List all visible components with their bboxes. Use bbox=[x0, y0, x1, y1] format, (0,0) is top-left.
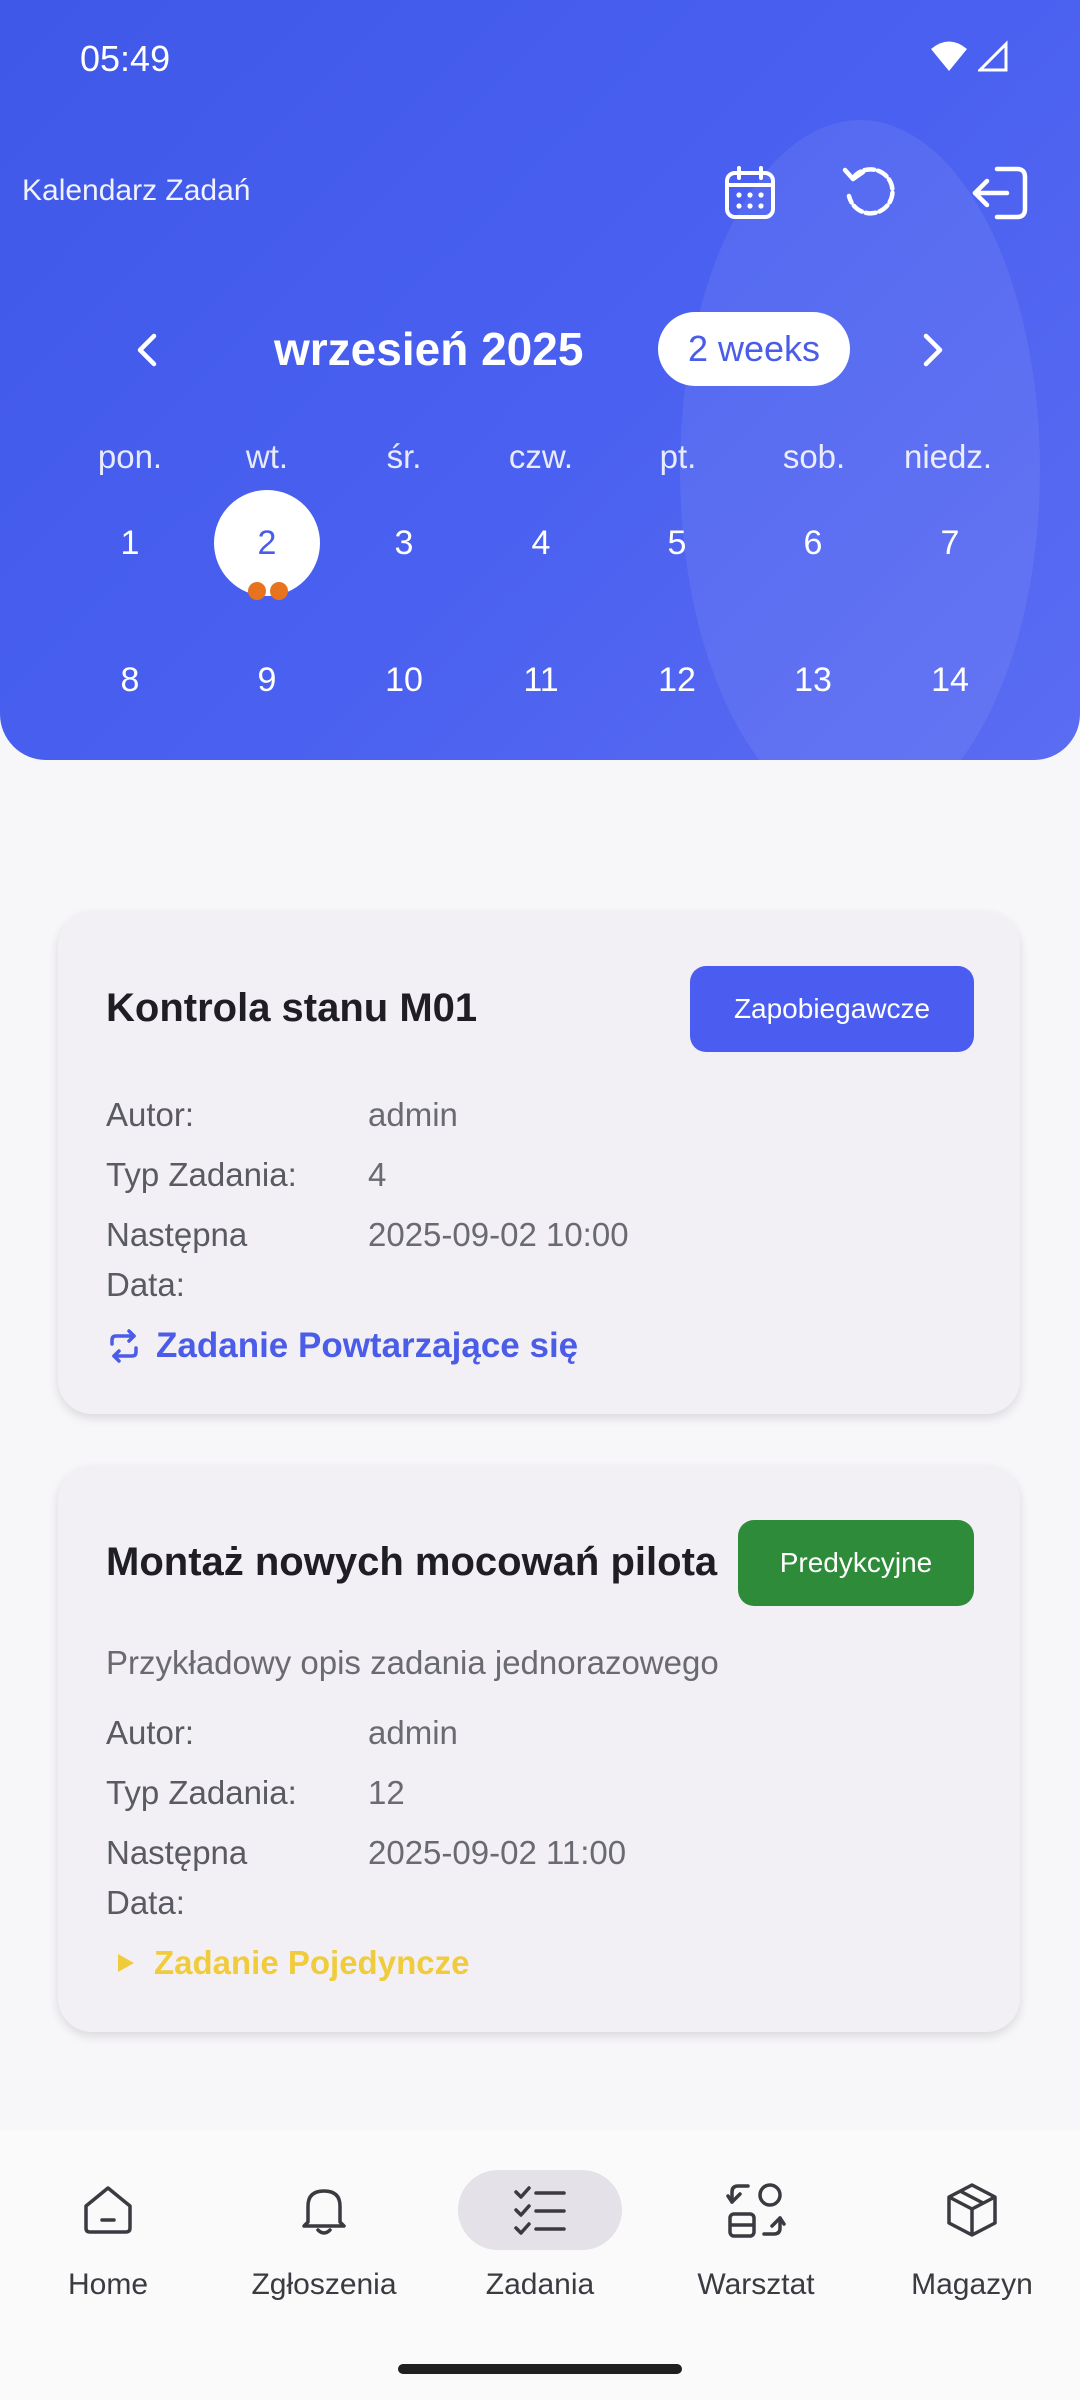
home-icon bbox=[84, 2186, 132, 2234]
task-type-value: 12 bbox=[368, 1774, 405, 1811]
nav-icon-container bbox=[674, 2170, 838, 2250]
wifi-icon bbox=[931, 41, 967, 71]
logout-icon bbox=[972, 166, 1028, 220]
calendar-day[interactable]: 1 bbox=[77, 490, 183, 596]
next-date-label-line2: Data: bbox=[106, 1884, 185, 1921]
calendar-format-button[interactable]: 2 weeks bbox=[658, 312, 850, 386]
calendar-day[interactable]: 7 bbox=[897, 490, 1003, 596]
event-marker-dot bbox=[270, 582, 288, 600]
nav-label: Magazyn bbox=[911, 2268, 1033, 2301]
author-label: Autor: bbox=[106, 1714, 195, 1751]
next-date-value: 2025-09-02 10:00 bbox=[368, 1216, 629, 1253]
task-type-value: 4 bbox=[368, 1156, 387, 1193]
chevron-right-icon bbox=[923, 333, 943, 367]
task-card[interactable]: Montaż nowych mocowań pilota Predykcyjne… bbox=[58, 1466, 1020, 2032]
nav-label: Zgłoszenia bbox=[251, 2268, 397, 2301]
weekday-label: niedz. bbox=[903, 438, 993, 475]
calendar-day[interactable]: 13 bbox=[760, 627, 866, 733]
play-icon bbox=[118, 1954, 134, 1972]
chevron-left-icon bbox=[137, 333, 157, 367]
weekday-label: pon. bbox=[97, 438, 163, 475]
month-navigation: wrzesień 2025 2 weeks bbox=[0, 300, 1080, 400]
nav-icon-container bbox=[890, 2170, 1054, 2250]
recurring-label: Zadanie Powtarzające się bbox=[156, 1326, 579, 1365]
nav-item-magazyn[interactable]: Magazyn bbox=[864, 2170, 1080, 2320]
status-time: 05:49 bbox=[80, 38, 171, 79]
task-title: Montaż nowych mocowań pilota bbox=[106, 1540, 718, 1584]
weekday-label: czw. bbox=[508, 438, 574, 475]
single-task-indicator: Zadanie Pojedyncze bbox=[116, 1944, 469, 1982]
task-title: Kontrola stanu M01 bbox=[106, 986, 478, 1030]
refresh-button[interactable] bbox=[835, 158, 905, 228]
calendar-day[interactable]: 11 bbox=[488, 627, 594, 733]
nav-item-home[interactable]: Home bbox=[0, 2170, 216, 2320]
calendar-day[interactable]: 3 bbox=[351, 490, 457, 596]
next-date-label: Następna bbox=[106, 1834, 248, 1871]
calendar-day[interactable]: 8 bbox=[77, 627, 183, 733]
calendar-day-selected[interactable]: 2 bbox=[214, 490, 320, 596]
calendar-day[interactable]: 12 bbox=[624, 627, 730, 733]
event-markers bbox=[248, 582, 288, 600]
next-date-label: Następna bbox=[106, 1216, 248, 1253]
task-category-badge: Zapobiegawcze bbox=[690, 966, 974, 1052]
status-icons bbox=[930, 40, 1008, 72]
calendar-day[interactable]: 4 bbox=[488, 490, 594, 596]
author-value: admin bbox=[368, 1096, 458, 1133]
calendar-day[interactable]: 5 bbox=[624, 490, 730, 596]
month-title: wrzesień 2025 bbox=[274, 323, 584, 375]
recurring-indicator: Zadanie Powtarzające się bbox=[106, 1326, 578, 1366]
header-actions bbox=[680, 158, 1080, 228]
next-period-button[interactable] bbox=[908, 325, 958, 375]
bottom-navigation: Home Zgłoszenia Zadania Warsztat Magazyn bbox=[0, 2130, 1080, 2400]
author-value: admin bbox=[368, 1714, 458, 1751]
nav-item-zadania[interactable]: Zadania bbox=[432, 2170, 648, 2320]
repeat-icon bbox=[110, 1329, 138, 1363]
app-title: Kalendarz Zadań bbox=[22, 174, 251, 207]
event-marker-dot bbox=[248, 582, 266, 600]
box-icon bbox=[947, 2183, 997, 2237]
weekday-label: sob. bbox=[782, 438, 846, 475]
nav-label: Zadania bbox=[485, 2268, 595, 2301]
refresh-icon bbox=[842, 167, 895, 216]
nav-icon-container bbox=[26, 2170, 190, 2250]
workshop-icon bbox=[726, 2183, 786, 2238]
task-category-badge: Predykcyjne bbox=[738, 1520, 974, 1606]
calendar-day[interactable]: 9 bbox=[214, 627, 320, 733]
author-label: Autor: bbox=[106, 1096, 195, 1133]
calendar-day[interactable]: 6 bbox=[760, 490, 866, 596]
calendar-header: 05:49 Kalendarz Zadań wrzesień 2025 2 we… bbox=[0, 0, 1080, 760]
status-bar: 05:49 bbox=[0, 0, 1080, 120]
calendar-day[interactable]: 10 bbox=[351, 627, 457, 733]
previous-period-button[interactable] bbox=[122, 325, 172, 375]
nav-item-warsztat[interactable]: Warsztat bbox=[648, 2170, 864, 2320]
nav-item-zgloszenia[interactable]: Zgłoszenia bbox=[216, 2170, 432, 2320]
task-card[interactable]: Kontrola stanu M01 Zapobiegawcze Autor: … bbox=[58, 912, 1020, 1414]
nav-label: Home bbox=[67, 2268, 149, 2301]
nav-icon-container bbox=[242, 2170, 406, 2250]
nav-icon-container-active bbox=[458, 2170, 622, 2250]
calendar-day[interactable]: 14 bbox=[897, 627, 1003, 733]
bell-icon bbox=[302, 2189, 346, 2235]
checklist-icon bbox=[514, 2186, 566, 2235]
weekday-row: pon. wt. śr. czw. pt. sob. niedz. bbox=[0, 438, 1080, 488]
next-date-value: 2025-09-02 11:00 bbox=[368, 1834, 627, 1871]
single-task-label: Zadanie Pojedyncze bbox=[154, 1944, 470, 1981]
weekday-label: wt. bbox=[245, 438, 289, 475]
logout-button[interactable] bbox=[965, 158, 1035, 228]
calendar-today-button[interactable] bbox=[715, 158, 785, 228]
signal-icon bbox=[978, 40, 1008, 72]
next-date-label-line2: Data: bbox=[106, 1266, 185, 1303]
task-type-label: Typ Zadania: bbox=[106, 1156, 297, 1193]
home-indicator[interactable] bbox=[398, 2364, 682, 2374]
calendar-icon bbox=[725, 166, 775, 219]
task-type-label: Typ Zadania: bbox=[106, 1774, 297, 1811]
task-description: Przykładowy opis zadania jednorazowego bbox=[106, 1644, 719, 1681]
weekday-label: śr. bbox=[386, 438, 422, 475]
nav-label: Warsztat bbox=[697, 2268, 815, 2301]
weekday-label: pt. bbox=[659, 438, 697, 475]
